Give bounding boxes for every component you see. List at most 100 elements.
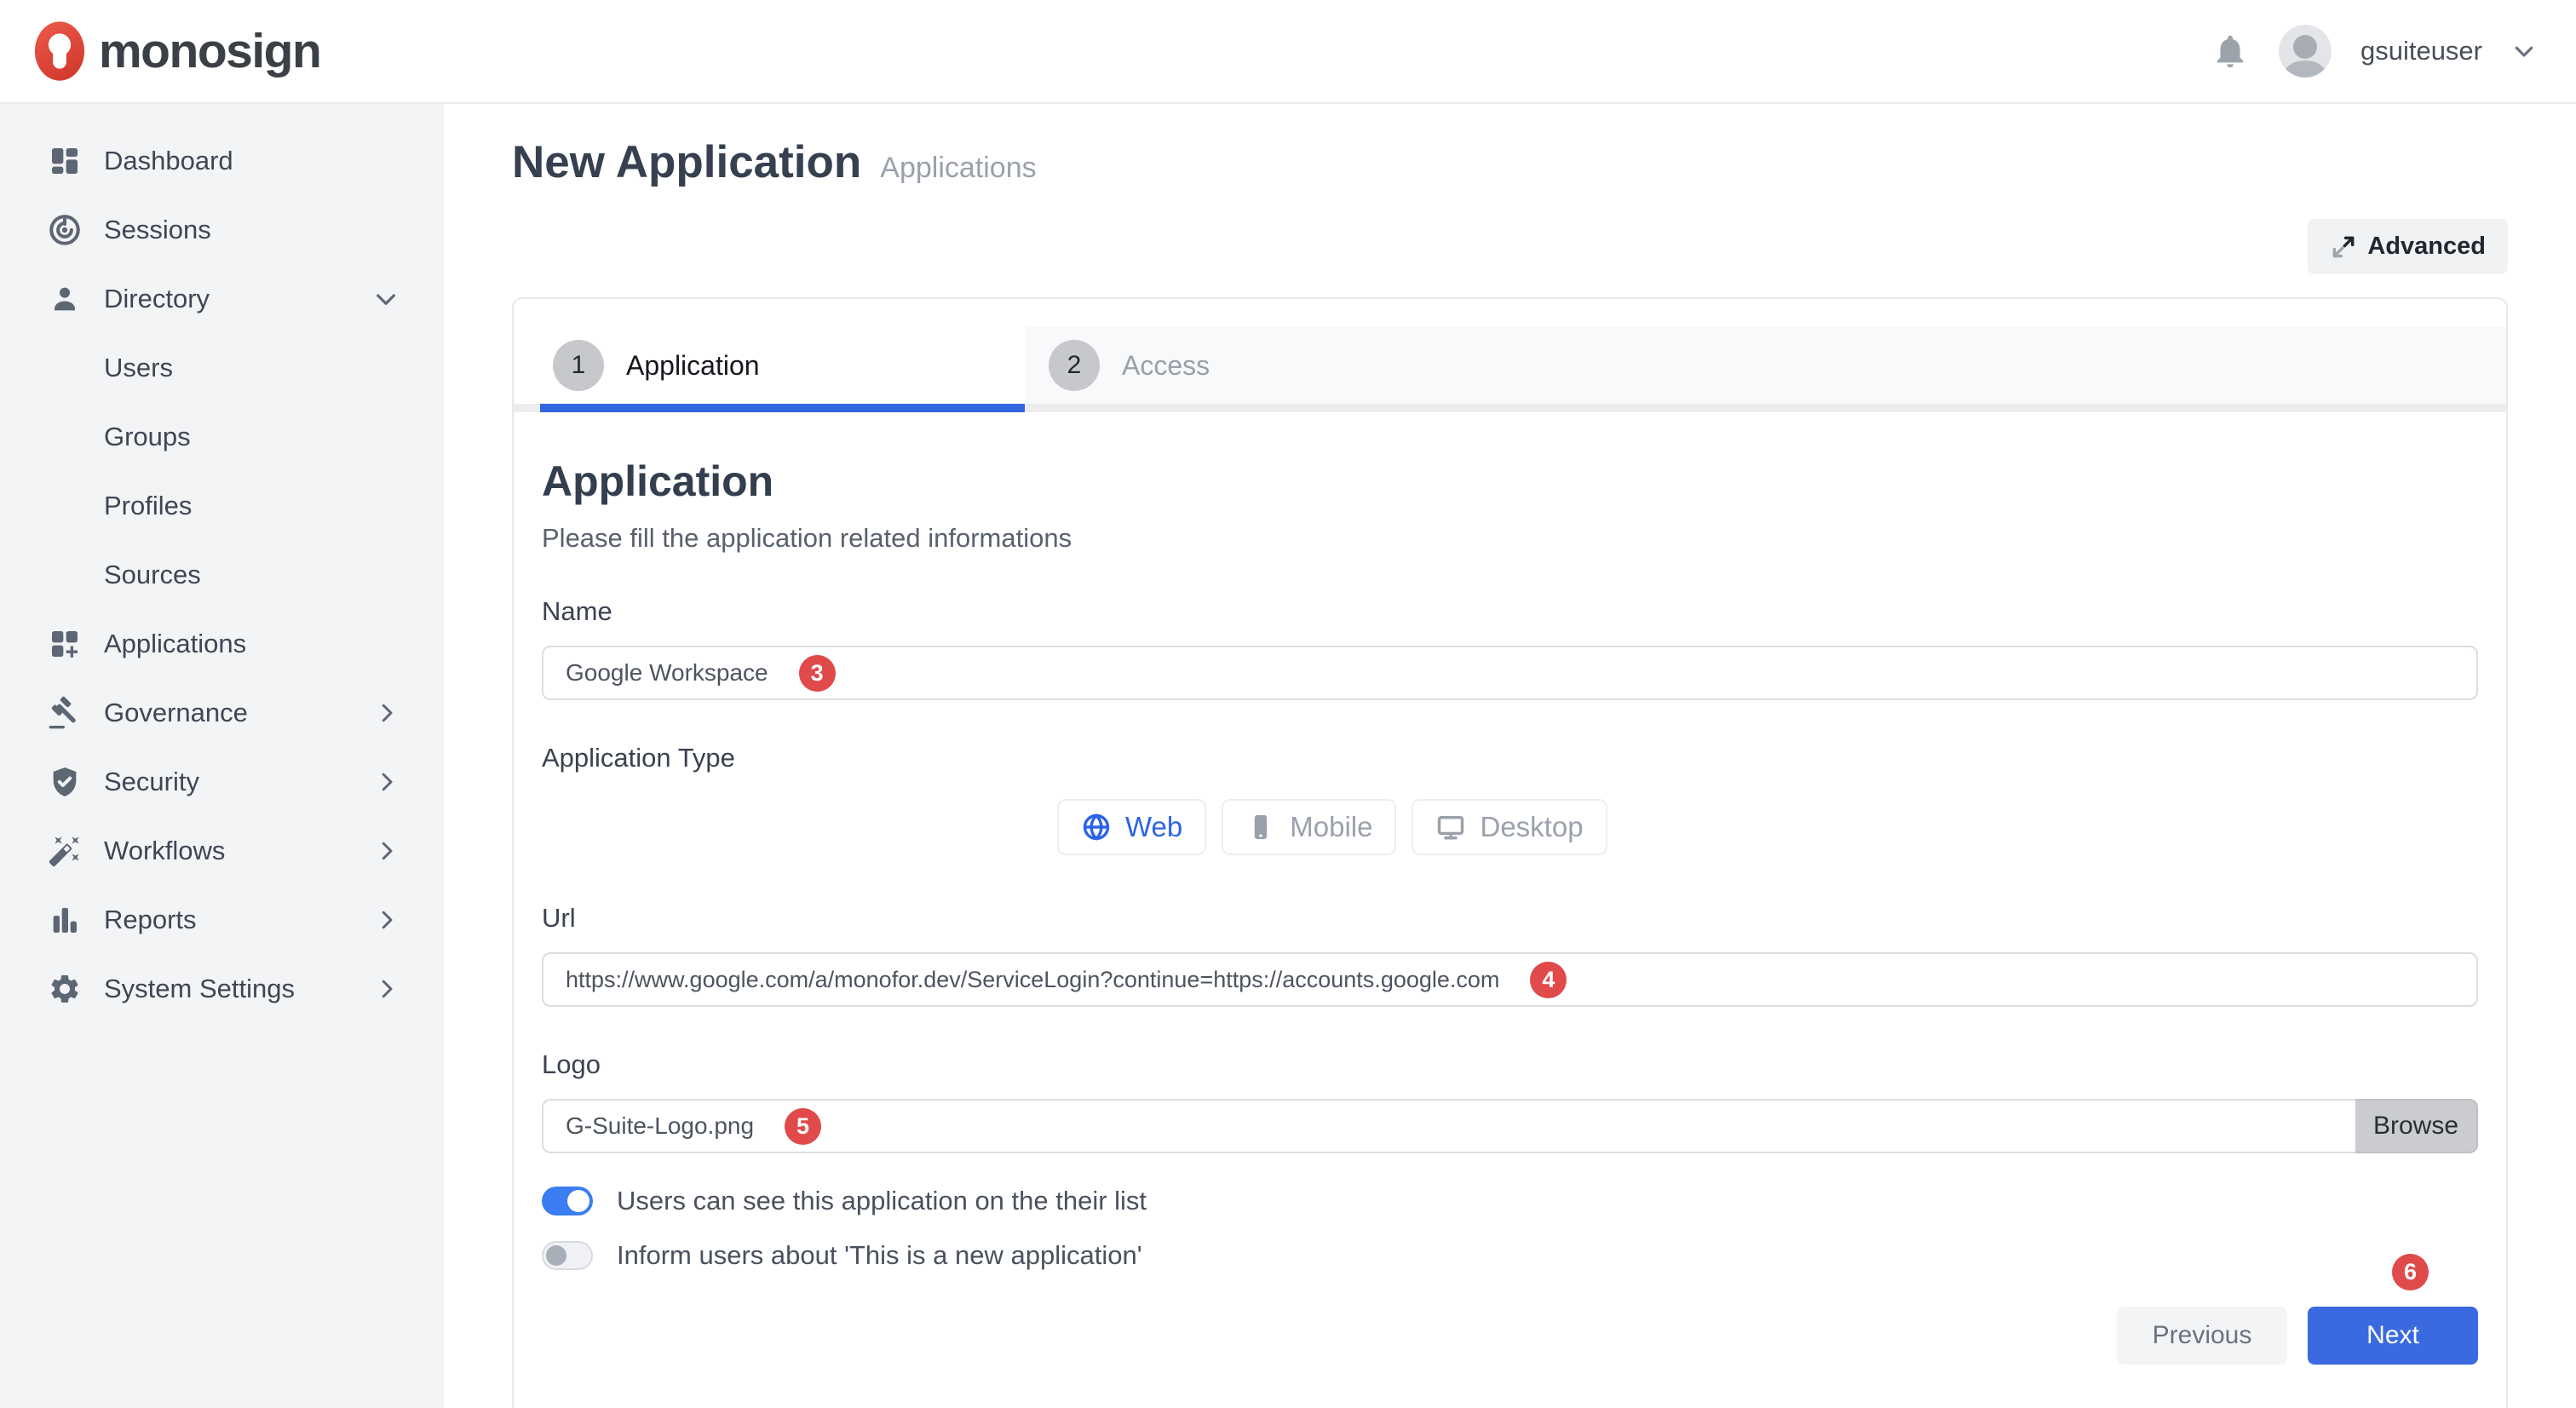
sidebar-item-label: Profiles bbox=[104, 491, 192, 521]
type-option-label: Desktop bbox=[1480, 811, 1583, 843]
type-option-mobile[interactable]: Mobile bbox=[1222, 799, 1396, 855]
tab-step-number: 2 bbox=[1049, 340, 1100, 391]
type-option-label: Web bbox=[1125, 811, 1182, 843]
type-option-label: Mobile bbox=[1290, 811, 1372, 843]
security-shield-icon bbox=[46, 763, 83, 801]
avatar-head bbox=[2293, 35, 2317, 59]
step-badge-4: 4 bbox=[1530, 962, 1567, 998]
sidebar-item-users[interactable]: Users bbox=[0, 333, 444, 402]
toggle-label: Inform users about 'This is a new applic… bbox=[617, 1240, 1142, 1271]
sidebar-item-system-settings[interactable]: System Settings bbox=[0, 954, 444, 1023]
users-can-see-toggle[interactable] bbox=[542, 1187, 593, 1215]
wizard-body: Application Please fill the application … bbox=[514, 457, 2506, 1408]
sidebar-item-workflows[interactable]: Workflows bbox=[0, 816, 444, 885]
type-option-desktop[interactable]: Desktop bbox=[1412, 799, 1607, 855]
settings-gear-icon bbox=[46, 970, 83, 1008]
sidebar-item-directory[interactable]: Directory bbox=[0, 264, 444, 333]
application-type-options: Web Mobile bbox=[1057, 799, 1607, 855]
tab-label: Application bbox=[626, 350, 760, 382]
type-option-web[interactable]: Web bbox=[1057, 799, 1206, 855]
new-application-card: 1 Application 2 Access Application Pleas… bbox=[512, 297, 2508, 1408]
reports-chart-icon bbox=[46, 901, 83, 939]
sidebar-item-dashboard[interactable]: Dashboard bbox=[0, 126, 444, 195]
tab-step-number: 1 bbox=[553, 340, 604, 391]
sidebar-item-label: Directory bbox=[104, 284, 210, 314]
chevron-right-icon bbox=[374, 700, 400, 726]
globe-icon bbox=[1081, 812, 1112, 842]
user-avatar[interactable] bbox=[2279, 25, 2332, 78]
sidebar-item-label: Sessions bbox=[104, 215, 211, 245]
desktop-icon bbox=[1435, 812, 1466, 842]
sidebar-item-profiles[interactable]: Profiles bbox=[0, 471, 444, 540]
brand-logo[interactable]: monosign bbox=[34, 20, 320, 82]
user-menu-chevron-down-icon[interactable] bbox=[2511, 38, 2537, 64]
chevron-right-icon bbox=[374, 907, 400, 933]
inform-users-toggle[interactable] bbox=[542, 1241, 593, 1270]
name-label: Name bbox=[542, 596, 2478, 627]
breadcrumb: Applications bbox=[880, 152, 1036, 185]
topbar-right: gsuiteuser bbox=[2211, 25, 2537, 78]
tab-access[interactable]: 2 Access bbox=[1025, 327, 2506, 404]
tab-application[interactable]: 1 Application bbox=[514, 327, 1025, 404]
sidebar-item-governance[interactable]: Governance bbox=[0, 678, 444, 747]
sidebar-item-sessions[interactable]: Sessions bbox=[0, 195, 444, 264]
directory-icon bbox=[46, 280, 83, 318]
topbar: monosign gsuiteuser bbox=[0, 0, 2576, 104]
sidebar-item-security[interactable]: Security bbox=[0, 747, 444, 816]
sidebar-item-label: Sources bbox=[104, 560, 201, 590]
avatar-shoulders bbox=[2284, 60, 2326, 78]
sidebar-item-groups[interactable]: Groups bbox=[0, 402, 444, 471]
logo-file-value: G-Suite-Logo.png bbox=[566, 1112, 754, 1140]
dashboard-icon bbox=[46, 142, 83, 180]
governance-icon bbox=[46, 694, 83, 732]
sidebar-item-reports[interactable]: Reports bbox=[0, 885, 444, 954]
sidebar-item-label: Reports bbox=[104, 905, 197, 935]
tab-label: Access bbox=[1122, 350, 1210, 382]
sidebar-item-label: Applications bbox=[104, 629, 246, 659]
visible-toggle-row: Users can see this application on the th… bbox=[542, 1186, 2478, 1216]
section-heading: Application bbox=[542, 457, 2478, 506]
toggle-label: Users can see this application on the th… bbox=[617, 1186, 1147, 1216]
step-badge-6: 6 bbox=[2392, 1254, 2429, 1290]
chevron-right-icon bbox=[374, 769, 400, 795]
name-input[interactable]: Google Workspace 3 bbox=[542, 646, 2478, 700]
browse-button[interactable]: Browse bbox=[2355, 1099, 2478, 1153]
brand-name: monosign bbox=[99, 23, 320, 79]
advanced-label: Advanced bbox=[2367, 233, 2486, 261]
inform-toggle-row: Inform users about 'This is a new applic… bbox=[542, 1240, 2478, 1271]
sessions-icon bbox=[46, 211, 83, 249]
notifications-bell-icon[interactable] bbox=[2211, 32, 2250, 71]
application-type-label: Application Type bbox=[542, 743, 2478, 773]
sidebar-item-sources[interactable]: Sources bbox=[0, 540, 444, 609]
advanced-button[interactable]: Advanced bbox=[2308, 219, 2508, 274]
advanced-row: Advanced bbox=[512, 219, 2508, 274]
sidebar-item-label: System Settings bbox=[104, 974, 295, 1004]
chevron-down-icon bbox=[372, 285, 400, 313]
sidebar-item-label: Groups bbox=[104, 422, 191, 452]
sidebar-item-label: Workflows bbox=[104, 836, 225, 866]
logo-file-input[interactable]: G-Suite-Logo.png 5 bbox=[542, 1099, 2355, 1153]
name-value: Google Workspace bbox=[566, 659, 768, 687]
applications-icon bbox=[46, 625, 83, 663]
logo-file-row: G-Suite-Logo.png 5 Browse bbox=[542, 1099, 2478, 1153]
previous-button[interactable]: Previous bbox=[2117, 1307, 2287, 1365]
next-button-wrap: 6 Next bbox=[2308, 1307, 2478, 1365]
expand-arrows-icon bbox=[2330, 233, 2357, 261]
chevron-right-icon bbox=[374, 838, 400, 864]
wizard-tabs: 1 Application 2 Access bbox=[514, 327, 2506, 412]
url-input[interactable]: https://www.google.com/a/monofor.dev/Ser… bbox=[542, 952, 2478, 1007]
step-badge-5: 5 bbox=[785, 1108, 821, 1145]
url-label: Url bbox=[542, 903, 2478, 934]
page-title: New Application bbox=[512, 136, 861, 188]
sidebar-item-label: Security bbox=[104, 767, 199, 797]
sidebar-item-label: Governance bbox=[104, 698, 248, 728]
next-button[interactable]: Next bbox=[2308, 1307, 2478, 1365]
sidebar-item-label: Dashboard bbox=[104, 146, 233, 176]
sidebar: Dashboard Sessions Directory Users bbox=[0, 104, 444, 1408]
wizard-footer: Previous 6 Next bbox=[542, 1307, 2478, 1365]
username: gsuiteuser bbox=[2360, 36, 2482, 66]
logo-label: Logo bbox=[542, 1049, 2478, 1080]
step-badge-3: 3 bbox=[799, 655, 836, 692]
sidebar-item-applications[interactable]: Applications bbox=[0, 609, 444, 678]
monosign-keyhole-icon bbox=[34, 20, 85, 82]
